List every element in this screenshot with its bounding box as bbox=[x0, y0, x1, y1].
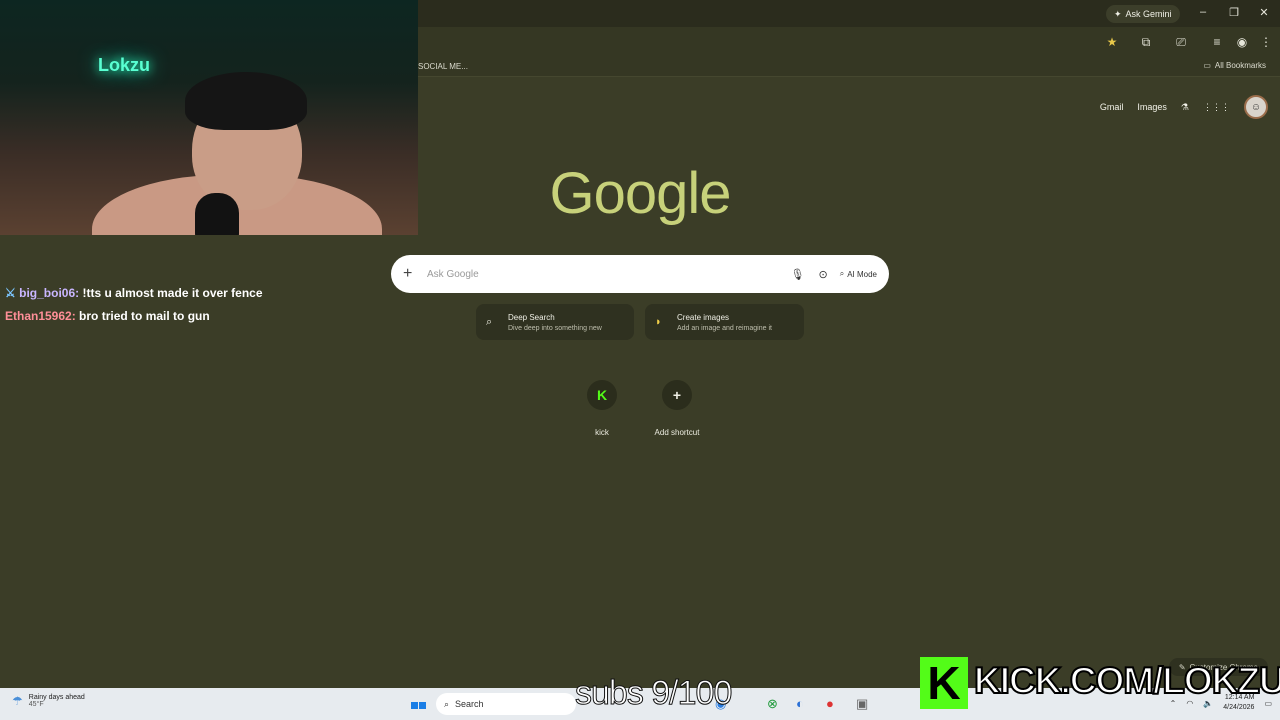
menu-icon[interactable]: ⋮ bbox=[1259, 35, 1273, 49]
stream-chat: ⚔ big_boi06: !tts u almost made it over … bbox=[5, 286, 263, 332]
windows-start-icon[interactable] bbox=[411, 697, 427, 713]
deep-search-chip[interactable]: ⌕ Deep Search Dive deep into something n… bbox=[476, 304, 634, 340]
restore-icon[interactable]: ❐ bbox=[1226, 6, 1242, 19]
add-shortcut-button[interactable]: + Add shortcut bbox=[647, 380, 707, 437]
streamer-hair bbox=[185, 72, 307, 130]
taskbar-search[interactable]: ⌕ Search bbox=[436, 693, 576, 715]
chip-title: Deep Search bbox=[508, 312, 555, 322]
chat-message: ⚔ big_boi06: !tts u almost made it over … bbox=[5, 286, 263, 300]
deep-search-icon: ⌕ bbox=[486, 315, 493, 328]
search-box[interactable]: + 🎙 ⊙ ⌕ AI Mode bbox=[391, 255, 889, 293]
microphone-foam bbox=[195, 193, 239, 235]
all-bookmarks-label: All Bookmarks bbox=[1214, 61, 1266, 70]
weather-temp: 45°F bbox=[28, 701, 44, 708]
chat-text: !tts u almost made it over fence bbox=[82, 286, 263, 300]
search-icon: ⌕ bbox=[444, 698, 450, 709]
chip-title: Create images bbox=[677, 312, 730, 322]
taskbar-search-label: Search bbox=[455, 699, 484, 709]
xbox-icon[interactable]: ⊗ bbox=[767, 696, 778, 712]
chip-subtitle: Dive deep into something new bbox=[508, 324, 602, 332]
sparkle-icon: ✦ bbox=[1114, 8, 1122, 19]
weather-widget[interactable]: ☂ Rainy days ahead 45°F bbox=[12, 694, 85, 708]
folder-icon: ▭ bbox=[1203, 61, 1211, 70]
chip-subtitle: Add an image and reimagine it bbox=[677, 324, 772, 332]
edge-icon[interactable]: ◐ bbox=[796, 696, 804, 711]
app-icon[interactable]: ▣ bbox=[856, 696, 868, 712]
subs-counter: subs 9/100 bbox=[574, 674, 732, 713]
profile-icon[interactable]: ◉ bbox=[1235, 35, 1249, 49]
obs-icon[interactable]: ● bbox=[826, 696, 834, 711]
chat-username: Ethan15962: bbox=[5, 309, 76, 323]
kick-url: KICK.COM/LOKZU bbox=[973, 659, 1280, 702]
images-link[interactable]: Images bbox=[1137, 102, 1167, 112]
clock-date: 4/24/2026 bbox=[1223, 704, 1255, 711]
weather-title: Rainy days ahead bbox=[28, 694, 85, 701]
shortcut-kick[interactable]: K kick bbox=[572, 380, 632, 437]
cast-icon[interactable]: ⎚ bbox=[1174, 35, 1188, 50]
all-bookmarks-button[interactable]: ▭ All Bookmarks bbox=[1203, 61, 1266, 70]
kick-icon: K bbox=[587, 380, 617, 410]
account-avatar[interactable]: ☺ bbox=[1244, 95, 1268, 119]
media-icon[interactable]: ≡ bbox=[1210, 35, 1224, 49]
ai-mode-button[interactable]: ⌕ AI Mode bbox=[840, 269, 877, 279]
rain-icon: ☂ bbox=[12, 694, 23, 708]
chat-username: big_boi06: bbox=[19, 286, 80, 300]
plus-icon[interactable]: + bbox=[403, 265, 417, 283]
shortcut-label: kick bbox=[595, 428, 609, 437]
create-images-chip[interactable]: ◗ Create images Add an image and reimagi… bbox=[645, 304, 804, 340]
kick-logo-icon: K bbox=[920, 657, 968, 709]
ask-gemini-button[interactable]: ✦ Ask Gemini bbox=[1106, 5, 1180, 23]
search-input[interactable] bbox=[427, 268, 777, 280]
gmail-link[interactable]: Gmail bbox=[1100, 102, 1124, 112]
lens-icon[interactable]: ⊙ bbox=[819, 268, 828, 281]
chat-message: Ethan15962: bro tried to mail to gun bbox=[5, 309, 263, 323]
apps-grid-icon[interactable]: ⋮⋮⋮ bbox=[1203, 102, 1230, 113]
extensions-icon[interactable]: ⧉ bbox=[1139, 35, 1153, 50]
chat-text: bro tried to mail to gun bbox=[79, 309, 210, 323]
webcam-overlay: Lokzu bbox=[0, 0, 418, 235]
minimize-icon[interactable]: – bbox=[1195, 6, 1211, 18]
bookmark-star-icon[interactable]: ★ bbox=[1105, 35, 1119, 49]
banana-icon: ◗ bbox=[655, 316, 662, 328]
bookmark-item[interactable]: SOCIAL ME... bbox=[418, 62, 468, 71]
add-icon: + bbox=[662, 380, 692, 410]
google-top-links: Gmail Images ⚗ ⋮⋮⋮ ☺ bbox=[1100, 95, 1268, 119]
microphone-icon[interactable]: 🎙 bbox=[791, 268, 805, 281]
ai-search-icon: ⌕ bbox=[839, 269, 845, 278]
close-icon[interactable]: ✕ bbox=[1256, 6, 1272, 19]
ask-gemini-label: Ask Gemini bbox=[1125, 9, 1172, 19]
labs-icon[interactable]: ⚗ bbox=[1181, 102, 1189, 113]
ai-mode-label: AI Mode bbox=[847, 269, 877, 279]
sword-icon: ⚔ bbox=[5, 286, 16, 300]
shortcut-label: Add shortcut bbox=[654, 428, 700, 437]
neon-sign: Lokzu bbox=[98, 55, 150, 75]
